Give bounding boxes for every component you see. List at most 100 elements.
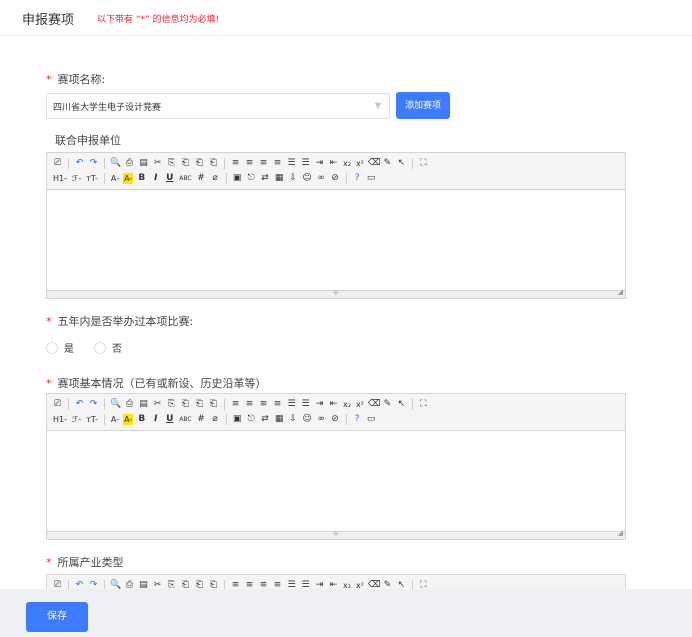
resize-grip-icon[interactable]: ⁜: [333, 530, 339, 538]
flash-icon[interactable]: ⎋: [246, 173, 257, 184]
select-all-icon[interactable]: ↖: [396, 158, 407, 169]
paste-text-icon[interactable]: ⎗: [194, 399, 205, 410]
ordered-list-icon[interactable]: ☰: [286, 158, 297, 169]
paste-word-icon[interactable]: ⎗: [208, 158, 219, 169]
insert-row-icon[interactable]: ⇩: [288, 173, 299, 184]
font-size-dropdown[interactable]: тT-: [85, 414, 99, 425]
unordered-list-icon[interactable]: ☰: [300, 580, 311, 589]
hash-icon[interactable]: #: [196, 414, 207, 425]
image-icon[interactable]: ▣: [232, 414, 243, 425]
heading-dropdown[interactable]: H1-: [52, 173, 68, 184]
format-painter-icon[interactable]: ✎: [382, 580, 393, 589]
hash-icon[interactable]: #: [196, 173, 207, 184]
source-icon[interactable]: ⎚: [52, 580, 63, 589]
paste-text-icon[interactable]: ⎗: [194, 158, 205, 169]
flash-icon[interactable]: ⎋: [246, 414, 257, 425]
cut-icon[interactable]: ✂: [152, 158, 163, 169]
link-icon[interactable]: ∞: [316, 173, 327, 184]
align-left-icon[interactable]: ≡: [230, 158, 241, 169]
outdent-icon[interactable]: ⇤: [328, 158, 339, 169]
preview-icon[interactable]: 🔍: [110, 580, 121, 589]
paste-word-icon[interactable]: ⎗: [208, 399, 219, 410]
superscript-icon[interactable]: x²: [355, 158, 365, 169]
ordered-list-icon[interactable]: ☰: [286, 580, 297, 589]
template-icon[interactable]: ▤: [138, 580, 149, 589]
print-icon[interactable]: ⎙: [124, 158, 135, 169]
font-color-icon[interactable]: A-: [110, 173, 120, 184]
bold-icon[interactable]: B: [136, 173, 147, 184]
template-icon[interactable]: ▤: [138, 399, 149, 410]
indent-icon[interactable]: ⇥: [314, 580, 325, 589]
align-center-icon[interactable]: ≡: [244, 580, 255, 589]
resize-grip-icon[interactable]: ⁜: [333, 289, 339, 297]
unlink-icon[interactable]: ⊘: [330, 414, 341, 425]
radio-circle[interactable]: [46, 341, 58, 354]
radio-yes[interactable]: 是: [46, 340, 74, 355]
subscript-icon[interactable]: x₂: [342, 399, 352, 410]
help-icon[interactable]: ?: [352, 173, 363, 184]
outdent-icon[interactable]: ⇤: [328, 399, 339, 410]
fullscreen-icon[interactable]: ⛶: [418, 399, 429, 410]
radio-circle[interactable]: [94, 341, 106, 354]
outdent-icon[interactable]: ⇤: [328, 580, 339, 589]
undo-icon[interactable]: ↶: [74, 580, 85, 589]
media-icon[interactable]: ⇄: [260, 173, 271, 184]
resize-corner-icon[interactable]: ◢: [618, 529, 623, 537]
subscript-icon[interactable]: x₂: [342, 580, 352, 589]
emoji-icon[interactable]: ☺: [302, 414, 313, 425]
indent-icon[interactable]: ⇥: [314, 158, 325, 169]
heading-dropdown[interactable]: H1-: [52, 414, 68, 425]
subscript-icon[interactable]: x₂: [342, 158, 352, 169]
align-left-icon[interactable]: ≡: [230, 580, 241, 589]
emoji-icon[interactable]: ☺: [302, 173, 313, 184]
align-left-icon[interactable]: ≡: [230, 399, 241, 410]
unlink-icon[interactable]: ⊘: [330, 173, 341, 184]
copy-icon[interactable]: ⎘: [166, 580, 177, 589]
clear-format-icon[interactable]: ⌫: [368, 399, 381, 410]
print-icon[interactable]: ⎙: [124, 580, 135, 589]
fullscreen-icon[interactable]: ⛶: [418, 580, 429, 589]
cut-icon[interactable]: ✂: [152, 580, 163, 589]
table-icon[interactable]: ▦: [274, 414, 285, 425]
font-color-icon[interactable]: A-: [110, 414, 120, 425]
superscript-icon[interactable]: x²: [355, 580, 365, 589]
undo-icon[interactable]: ↶: [74, 399, 85, 410]
strikethrough-icon[interactable]: ABC: [178, 173, 192, 184]
font-size-dropdown[interactable]: тT-: [85, 173, 99, 184]
print-icon[interactable]: ⎙: [124, 399, 135, 410]
align-justify-icon[interactable]: ≡: [272, 580, 283, 589]
image-icon[interactable]: ▣: [232, 173, 243, 184]
preview-icon[interactable]: 🔍: [110, 399, 121, 410]
fullscreen-icon[interactable]: ⛶: [418, 158, 429, 169]
eraser-icon[interactable]: ⌀: [210, 414, 221, 425]
strikethrough-icon[interactable]: ABC: [178, 414, 192, 425]
font-family-dropdown[interactable]: ℱ-: [71, 173, 82, 184]
select-all-icon[interactable]: ↖: [396, 399, 407, 410]
paste-text-icon[interactable]: ⎗: [194, 580, 205, 589]
template-icon[interactable]: ▤: [138, 158, 149, 169]
eraser-icon[interactable]: ⌀: [210, 173, 221, 184]
unordered-list-icon[interactable]: ☰: [300, 399, 311, 410]
clear-format-icon[interactable]: ⌫: [368, 158, 381, 169]
align-justify-icon[interactable]: ≡: [272, 158, 283, 169]
bold-icon[interactable]: B: [136, 414, 147, 425]
font-family-dropdown[interactable]: ℱ-: [71, 414, 82, 425]
copy-icon[interactable]: ⎘: [166, 399, 177, 410]
italic-icon[interactable]: I: [150, 414, 161, 425]
clear-format-icon[interactable]: ⌫: [368, 580, 381, 589]
cut-icon[interactable]: ✂: [152, 399, 163, 410]
insert-row-icon[interactable]: ⇩: [288, 414, 299, 425]
copy-icon[interactable]: ⎘: [166, 158, 177, 169]
align-right-icon[interactable]: ≡: [258, 158, 269, 169]
editor-body[interactable]: [47, 190, 625, 290]
add-event-button[interactable]: 添加赛项: [396, 92, 450, 119]
resize-corner-icon[interactable]: ◢: [618, 288, 623, 296]
link-icon[interactable]: ∞: [316, 414, 327, 425]
event-name-select[interactable]: 四川省大学生电子设计竞赛 ▼: [46, 93, 390, 119]
source-icon[interactable]: ⎚: [52, 399, 63, 410]
format-painter-icon[interactable]: ✎: [382, 158, 393, 169]
ordered-list-icon[interactable]: ☰: [286, 399, 297, 410]
select-all-icon[interactable]: ↖: [396, 580, 407, 589]
undo-icon[interactable]: ↶: [74, 158, 85, 169]
radio-no[interactable]: 否: [94, 340, 122, 355]
